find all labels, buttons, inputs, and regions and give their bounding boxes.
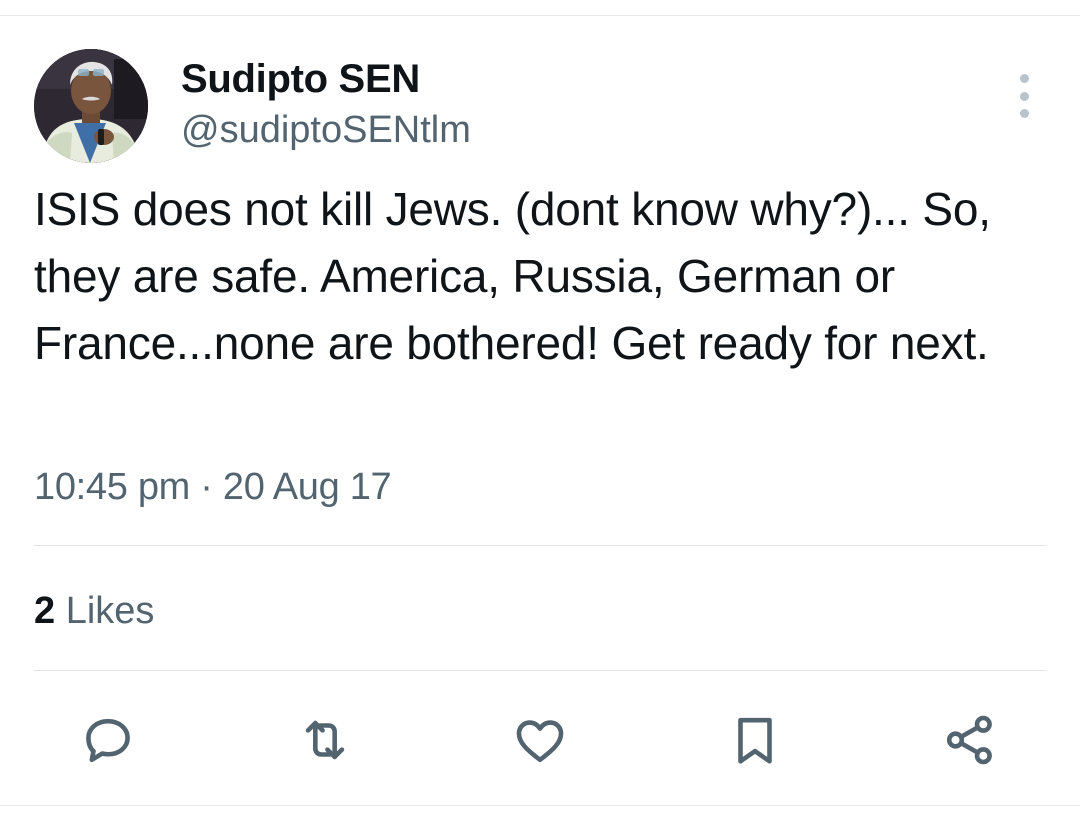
divider	[34, 670, 1047, 671]
bookmark-icon	[738, 717, 772, 764]
retweet-icon	[305, 720, 345, 760]
reply-icon	[86, 718, 130, 763]
heart-icon	[516, 720, 564, 763]
share-icon	[946, 715, 992, 765]
share-button[interactable]	[940, 710, 1000, 770]
more-dot-icon	[1019, 91, 1029, 101]
divider	[34, 545, 1047, 546]
more-dot-icon	[1019, 109, 1029, 118]
avatar-photo	[34, 49, 148, 163]
like-button[interactable]	[510, 710, 570, 770]
likes-count: 2	[34, 590, 56, 632]
bookmark-button[interactable]	[725, 710, 785, 770]
author-display-name[interactable]: Sudipto SEN	[181, 56, 420, 102]
avatar[interactable]	[34, 49, 148, 163]
reply-button[interactable]	[78, 710, 138, 770]
likes-count-link[interactable]: 2 Likes	[34, 588, 154, 634]
more-dot-icon	[1019, 74, 1029, 83]
more-options-button[interactable]	[1004, 74, 1044, 118]
tweet-timestamp[interactable]: 10:45 pm · 20 Aug 17	[34, 464, 392, 510]
top-divider	[0, 15, 1080, 16]
bottom-divider	[0, 805, 1080, 806]
author-handle[interactable]: @sudiptoSENtlm	[181, 108, 471, 152]
tweet-text: ISIS does not kill Jews. (dont know why?…	[34, 183, 991, 369]
likes-label: Likes	[65, 590, 155, 632]
retweet-button[interactable]	[295, 710, 355, 770]
